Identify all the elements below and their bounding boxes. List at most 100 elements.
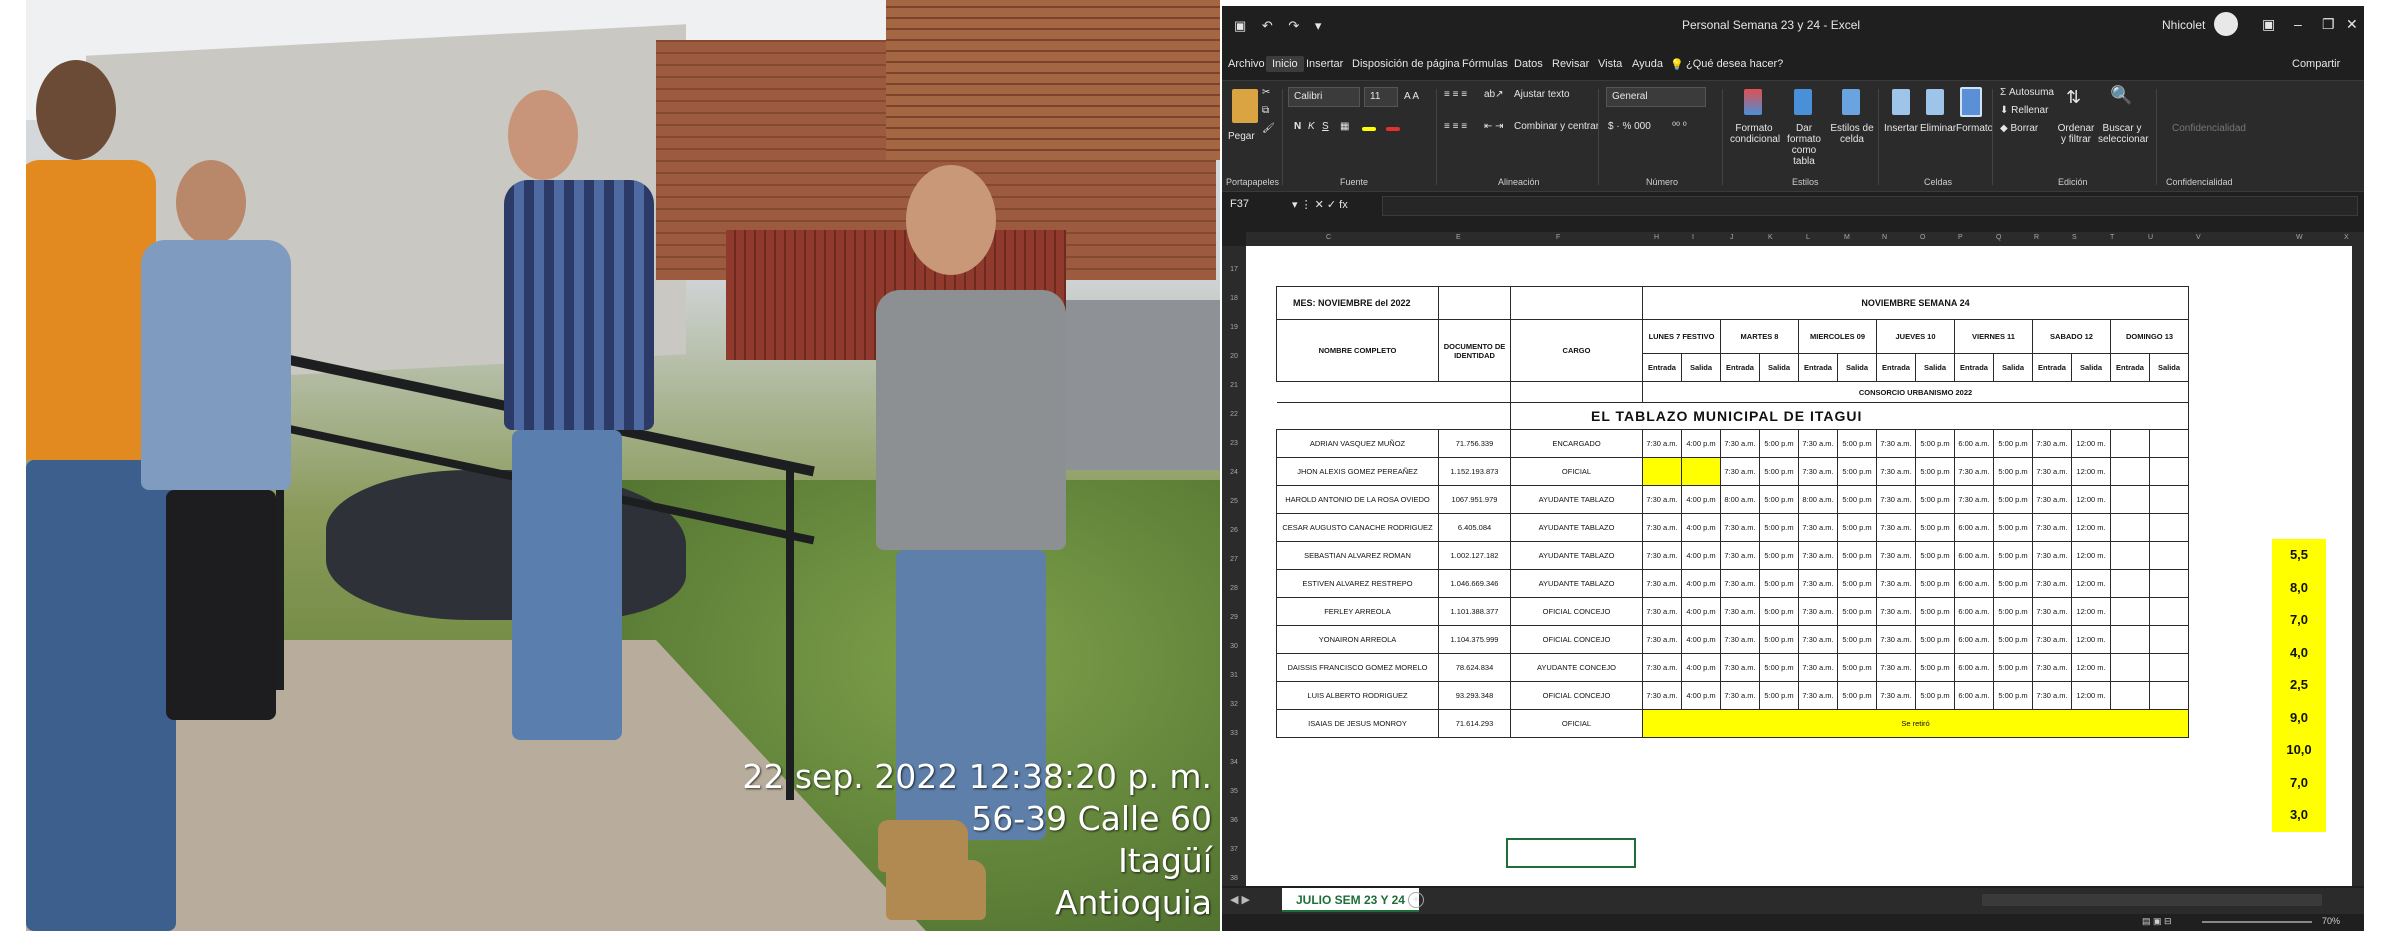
row-header[interactable]: 21 bbox=[1224, 382, 1244, 389]
time-cell[interactable]: 7:30 a.m. bbox=[1720, 541, 1760, 570]
fill-color-icon[interactable] bbox=[1362, 127, 1376, 131]
column-header[interactable]: F bbox=[1556, 234, 1560, 241]
day-header[interactable]: MIERCOLES 09 bbox=[1798, 319, 1877, 354]
day-header[interactable]: JUEVES 10 bbox=[1876, 319, 1955, 354]
time-cell[interactable]: 5:00 p.m bbox=[1837, 569, 1877, 598]
time-cell[interactable]: 5:00 p.m bbox=[1915, 625, 1955, 654]
worker-doc[interactable]: 71.756.339 bbox=[1438, 429, 1511, 458]
time-cell[interactable]: 7:30 a.m. bbox=[1798, 653, 1838, 682]
time-cell[interactable]: 5:00 p.m bbox=[1993, 569, 2033, 598]
time-cell[interactable] bbox=[2149, 485, 2189, 514]
worker-name[interactable]: SEBASTIAN ALVAREZ ROMAN bbox=[1276, 541, 1439, 570]
salida-header[interactable]: Salida bbox=[1993, 353, 2033, 382]
worker-doc[interactable]: 1.002.127.182 bbox=[1438, 541, 1511, 570]
worker-name[interactable]: JHON ALEXIS GOMEZ PEREAÑEZ bbox=[1276, 457, 1439, 486]
time-cell[interactable]: 7:30 a.m. bbox=[1798, 681, 1838, 710]
hours-cell[interactable]: 3,0 bbox=[2272, 799, 2326, 832]
time-cell[interactable]: 12:00 m. bbox=[2071, 569, 2111, 598]
row-header[interactable]: 35 bbox=[1224, 788, 1244, 795]
retired-note[interactable]: Se retiró bbox=[1642, 709, 2189, 738]
time-cell[interactable]: 7:30 a.m. bbox=[1798, 457, 1838, 486]
worker-cargo[interactable]: OFICIAL CONCEJO bbox=[1510, 625, 1643, 654]
time-cell[interactable]: 12:00 m. bbox=[2071, 681, 2111, 710]
time-cell[interactable]: 5:00 p.m bbox=[1993, 457, 2033, 486]
column-header[interactable]: K bbox=[1768, 234, 1773, 241]
align-top-icon[interactable]: ≡ ≡ ≡ bbox=[1444, 89, 1467, 100]
worker-cargo[interactable]: AYUDANTE TABLAZO bbox=[1510, 541, 1643, 570]
time-cell[interactable]: 7:30 a.m. bbox=[2032, 597, 2072, 626]
hours-cell[interactable]: 2,5 bbox=[2272, 669, 2326, 702]
borders-icon[interactable]: ▦ bbox=[1340, 121, 1349, 132]
find-select-button[interactable]: Buscar y seleccionar bbox=[2098, 123, 2149, 145]
formula-buttons[interactable]: ▾ ⋮ ✕ ✓ fx bbox=[1292, 198, 1348, 211]
time-cell[interactable]: 7:30 a.m. bbox=[1876, 597, 1916, 626]
time-cell[interactable]: 7:30 a.m. bbox=[1798, 429, 1838, 458]
column-header[interactable]: M bbox=[1844, 234, 1850, 241]
hours-cell[interactable]: 7,0 bbox=[2272, 766, 2326, 799]
time-cell[interactable]: 5:00 p.m bbox=[1837, 457, 1877, 486]
time-cell[interactable]: 7:30 a.m. bbox=[1720, 681, 1760, 710]
time-cell[interactable]: 5:00 p.m bbox=[1993, 429, 2033, 458]
cell-styles-button[interactable]: Estilos de celda bbox=[1830, 123, 1874, 145]
hours-cell[interactable]: 5,5 bbox=[2272, 539, 2326, 572]
time-cell[interactable]: 7:30 a.m. bbox=[1798, 569, 1838, 598]
time-cell[interactable]: 7:30 a.m. bbox=[2032, 429, 2072, 458]
time-cell[interactable]: 7:30 a.m. bbox=[1642, 485, 1682, 514]
worker-name[interactable]: HAROLD ANTONIO DE LA ROSA OVIEDO bbox=[1276, 485, 1439, 514]
week-label[interactable]: NOVIEMBRE SEMANA 24 bbox=[1642, 286, 2189, 320]
time-cell[interactable]: 7:30 a.m. bbox=[1642, 625, 1682, 654]
format-table-button[interactable]: Dar formato como tabla bbox=[1780, 123, 1828, 167]
tab-revisar[interactable]: Revisar bbox=[1552, 58, 1589, 70]
time-cell[interactable]: 5:00 p.m bbox=[1915, 513, 1955, 542]
tab-inicio[interactable]: Inicio bbox=[1266, 56, 1304, 72]
font-grow-icon[interactable]: A A bbox=[1404, 91, 1419, 102]
column-header[interactable]: V bbox=[2196, 234, 2201, 241]
time-cell[interactable]: 7:30 a.m. bbox=[2032, 485, 2072, 514]
conditional-format-button[interactable]: Formato condicional bbox=[1730, 123, 1780, 145]
minimize-icon[interactable]: – bbox=[2294, 16, 2302, 32]
time-cell[interactable]: 7:30 a.m. bbox=[1642, 653, 1682, 682]
time-cell[interactable]: 7:30 a.m. bbox=[1798, 513, 1838, 542]
time-cell[interactable] bbox=[2110, 485, 2150, 514]
row-header[interactable]: 28 bbox=[1224, 585, 1244, 592]
horizontal-scrollbar[interactable] bbox=[1982, 894, 2322, 906]
tab-vista[interactable]: Vista bbox=[1598, 58, 1622, 70]
row-header[interactable]: 36 bbox=[1224, 817, 1244, 824]
time-cell[interactable]: 5:00 p.m bbox=[1759, 597, 1799, 626]
column-header[interactable]: L bbox=[1806, 234, 1810, 241]
worker-doc[interactable]: 78.624.834 bbox=[1438, 653, 1511, 682]
time-cell[interactable]: 5:00 p.m bbox=[1993, 597, 2033, 626]
time-cell[interactable]: 8:00 a.m. bbox=[1720, 485, 1760, 514]
time-cell[interactable]: 4:00 p.m bbox=[1681, 569, 1721, 598]
col-doc-header[interactable]: DOCUMENTO DE IDENTIDAD bbox=[1438, 319, 1511, 382]
column-header[interactable]: I bbox=[1692, 234, 1694, 241]
hours-cell[interactable]: 8,0 bbox=[2272, 571, 2326, 604]
column-header[interactable]: J bbox=[1730, 234, 1734, 241]
entrada-header[interactable]: Entrada bbox=[1642, 353, 1682, 382]
lightbulb-icon[interactable]: 💡 bbox=[1670, 58, 1684, 71]
row-header[interactable]: 32 bbox=[1224, 701, 1244, 708]
copy-icon[interactable]: ⧉ bbox=[1262, 105, 1269, 116]
time-cell[interactable] bbox=[2110, 569, 2150, 598]
time-cell[interactable]: 7:30 a.m. bbox=[1876, 541, 1916, 570]
time-cell[interactable]: 7:30 a.m. bbox=[2032, 625, 2072, 654]
time-cell[interactable]: 5:00 p.m bbox=[1759, 541, 1799, 570]
time-cell[interactable]: 4:00 p.m bbox=[1681, 653, 1721, 682]
time-cell[interactable]: 5:00 p.m bbox=[1759, 429, 1799, 458]
vertical-scrollbar[interactable] bbox=[2352, 232, 2364, 886]
indent-icon[interactable]: ⇤ ⇥ bbox=[1484, 121, 1504, 132]
bold-button[interactable]: N bbox=[1294, 121, 1301, 132]
time-cell[interactable]: 7:30 a.m. bbox=[1876, 457, 1916, 486]
time-cell[interactable]: 5:00 p.m bbox=[1915, 457, 1955, 486]
worker-name[interactable]: ISAIAS DE JESUS MONROY bbox=[1276, 709, 1439, 738]
row-header[interactable]: 31 bbox=[1224, 672, 1244, 679]
paste-button[interactable]: Pegar bbox=[1228, 131, 1255, 142]
time-cell[interactable]: 5:00 p.m bbox=[1915, 569, 1955, 598]
project-title[interactable]: EL TABLAZO MUNICIPAL DE ITAGUI bbox=[1510, 402, 2189, 430]
fill-button[interactable]: ⬇ Rellenar bbox=[2000, 105, 2048, 116]
time-cell[interactable]: 12:00 m. bbox=[2071, 653, 2111, 682]
col-name-header[interactable]: NOMBRE COMPLETO bbox=[1276, 319, 1439, 382]
salida-header[interactable]: Salida bbox=[1915, 353, 1955, 382]
time-cell[interactable]: 6:00 a.m. bbox=[1954, 569, 1994, 598]
time-cell[interactable]: 7:30 a.m. bbox=[1642, 429, 1682, 458]
